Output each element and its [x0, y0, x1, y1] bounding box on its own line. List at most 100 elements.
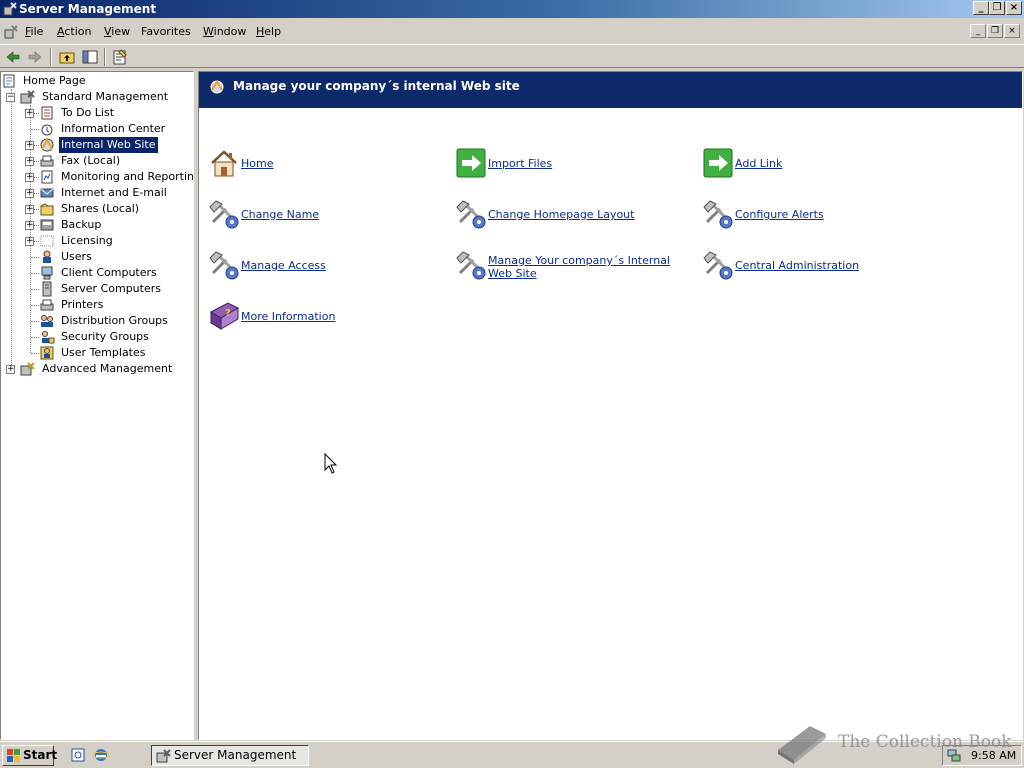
task-link[interactable]: Central Administration	[735, 259, 935, 272]
tree-item-label: Monitoring and Reporting	[61, 170, 194, 183]
task-import-files[interactable]: Import Files	[455, 147, 700, 187]
tree-item-label: Client Computers	[61, 266, 157, 279]
tree-item-label: Home Page	[23, 74, 86, 87]
home-page-icon	[3, 74, 15, 88]
watermark-text: The Collection Book	[838, 732, 1012, 752]
task-manage-access[interactable]: Manage Access	[208, 249, 453, 289]
tree-item-label: Users	[61, 250, 92, 263]
advanced-management-icon	[20, 362, 35, 376]
expand-toggle[interactable]: +	[25, 221, 34, 230]
taskbar-task-server-management[interactable]: Server Management	[151, 745, 309, 766]
menu-bar: File Action View Favorites Window Help	[0, 22, 1024, 42]
task-more-information[interactable]: ? More Information	[208, 300, 453, 340]
menu-help[interactable]: Help	[256, 25, 281, 38]
backup-icon	[40, 219, 54, 231]
user-templates-icon	[40, 346, 54, 360]
tools-icon[interactable]	[455, 198, 487, 230]
arrow-right-icon[interactable]	[702, 147, 734, 179]
expand-toggle[interactable]: +	[25, 237, 34, 246]
properties-icon[interactable]	[111, 48, 129, 66]
internet-explorer-icon[interactable]	[93, 747, 109, 763]
internet-email-icon	[40, 188, 54, 198]
expand-toggle[interactable]: +	[25, 157, 34, 166]
help-book-icon[interactable]: ?	[208, 300, 240, 332]
window-title: Server Management	[19, 2, 157, 16]
task-change-homepage-layout[interactable]: Change Homepage Layout	[455, 198, 700, 238]
task-link[interactable]: Import Files	[488, 157, 688, 170]
tree-item-label: Internet and E-mail	[61, 186, 167, 199]
toolbar-separator	[50, 48, 52, 66]
collapse-toggle[interactable]: −	[6, 93, 15, 102]
forward-arrow-icon[interactable]	[26, 48, 44, 66]
internal-web-site-icon	[210, 80, 224, 94]
toolbar	[0, 44, 1024, 68]
minimize-button[interactable]: _	[973, 1, 989, 15]
task-link[interactable]: Manage Access	[241, 259, 441, 272]
child-restore-button[interactable]: ❐	[987, 24, 1003, 38]
internal-web-site-icon	[40, 137, 54, 152]
server-management-window: Server Management _ ❐ × File Action View…	[0, 0, 1024, 741]
distribution-groups-icon	[41, 315, 53, 327]
svg-text:?: ?	[225, 308, 231, 319]
task-home[interactable]: Home	[208, 147, 453, 187]
task-central-administration[interactable]: Central Administration	[702, 249, 947, 289]
taskpad-header: Manage your company´s internal Web site	[199, 72, 1022, 108]
tools-icon[interactable]	[208, 249, 240, 281]
menu-view[interactable]: View	[104, 25, 130, 38]
task-configure-alerts[interactable]: Configure Alerts	[702, 198, 947, 238]
expand-toggle[interactable]: +	[25, 173, 34, 182]
task-manage-your-company-s-internal-web-site[interactable]: Manage Your company´s Internal Web Site	[455, 249, 700, 289]
task-link[interactable]: Manage Your company´s Internal Web Site	[488, 254, 688, 280]
start-label: Start	[23, 748, 58, 762]
tree-item-label: User Templates	[61, 346, 146, 359]
standard-management-icon	[20, 90, 35, 104]
expand-toggle[interactable]: +	[25, 109, 34, 118]
expand-toggle[interactable]: +	[25, 205, 34, 214]
expand-toggle[interactable]: +	[25, 141, 34, 150]
restore-button[interactable]: ❐	[989, 1, 1005, 15]
task-link[interactable]: Home	[241, 157, 441, 170]
task-link[interactable]: Configure Alerts	[735, 208, 935, 221]
console-icon[interactable]	[3, 24, 19, 40]
menu-action[interactable]: Action	[57, 25, 91, 38]
printers-icon	[40, 299, 54, 311]
server-management-quicklaunch-icon[interactable]	[70, 747, 86, 763]
home-icon[interactable]	[208, 147, 240, 179]
close-button[interactable]: ×	[1006, 1, 1022, 15]
arrow-right-icon[interactable]	[455, 147, 487, 179]
tree-item-label: Server Computers	[61, 282, 161, 295]
show-hide-tree-icon[interactable]	[81, 48, 99, 66]
child-close-button[interactable]: ×	[1004, 24, 1020, 38]
expand-toggle[interactable]: +	[6, 365, 15, 374]
tree-guide-line	[31, 321, 39, 322]
task-link[interactable]: Add Link	[735, 157, 935, 170]
tools-icon[interactable]	[702, 249, 734, 281]
tools-icon[interactable]	[455, 249, 487, 281]
server-management-icon	[156, 749, 171, 763]
tree-item-label: Information Center	[61, 122, 166, 135]
task-link[interactable]: Change Homepage Layout	[488, 208, 688, 221]
child-minimize-button[interactable]: _	[970, 24, 986, 38]
task-change-name[interactable]: Change Name	[208, 198, 453, 238]
task-link[interactable]: Change Name	[241, 208, 441, 221]
tools-icon[interactable]	[208, 198, 240, 230]
expand-toggle[interactable]: +	[25, 189, 34, 198]
task-add-link[interactable]: Add Link	[702, 147, 947, 187]
tree-item-label: To Do List	[61, 106, 115, 119]
back-arrow-icon[interactable]	[4, 48, 22, 66]
title-bar[interactable]: Server Management _ ❐ ×	[0, 0, 1024, 18]
tree-guide-line	[31, 337, 39, 338]
tree-guide-line	[31, 273, 39, 274]
task-link[interactable]: More Information	[241, 310, 441, 323]
tree-guide-line	[31, 257, 39, 258]
tools-icon[interactable]	[702, 198, 734, 230]
up-folder-icon[interactable]	[58, 48, 76, 66]
menu-file[interactable]: File	[25, 25, 43, 38]
licensing-icon	[40, 235, 54, 247]
shares-icon	[40, 203, 54, 216]
menu-favorites[interactable]: Favorites	[141, 25, 191, 38]
toolbar-separator	[104, 48, 106, 66]
todo-list-icon	[41, 106, 53, 120]
menu-window[interactable]: Window	[203, 25, 246, 38]
start-button[interactable]: Start	[2, 745, 58, 766]
